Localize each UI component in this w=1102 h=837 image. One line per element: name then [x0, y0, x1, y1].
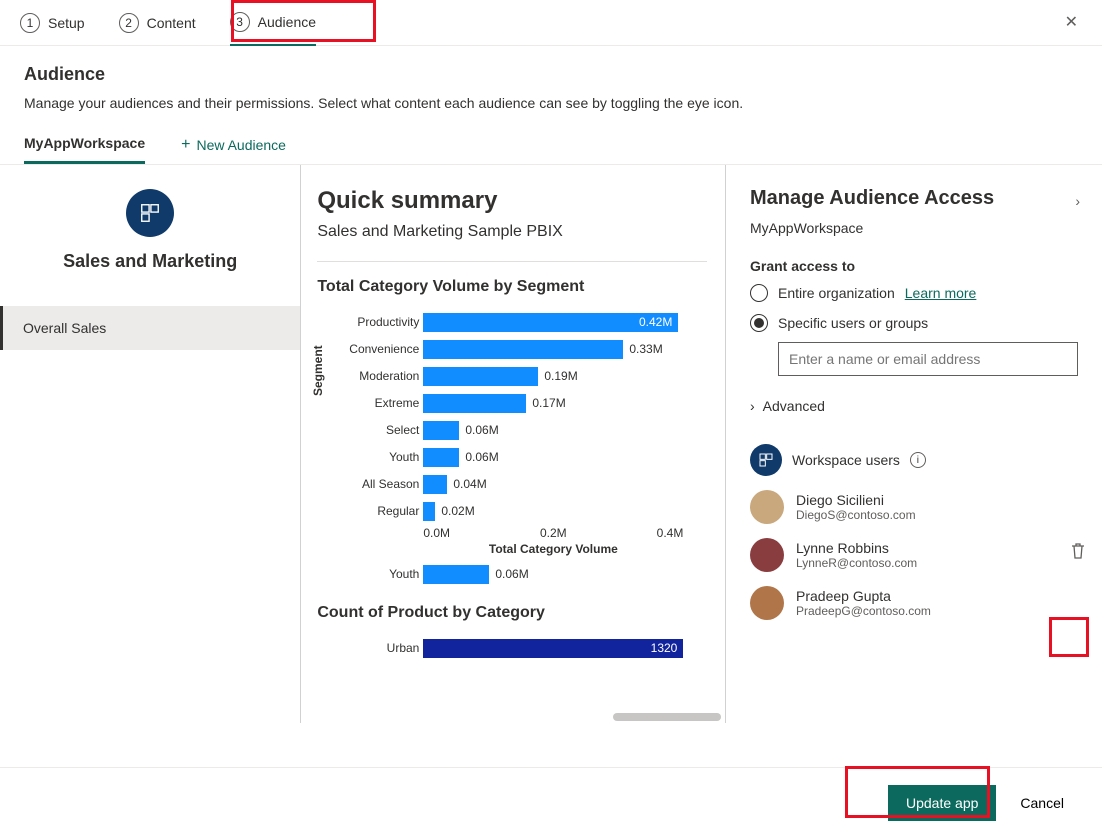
user-row: Pradeep Gupta PradeepG@contoso.com — [750, 586, 1078, 620]
bar-value: 1320 — [651, 641, 678, 655]
chart-2-title: Count of Product by Category — [317, 604, 707, 622]
nav-item-overall-sales[interactable]: Overall Sales — [0, 306, 300, 350]
radio-label-specific: Specific users or groups — [778, 315, 928, 331]
avatar — [750, 538, 784, 572]
preview-subtitle: Sales and Marketing Sample PBIX — [317, 223, 707, 241]
page-header: Audience Manage your audiences and their… — [0, 46, 1102, 125]
bar-label: Select — [319, 423, 419, 437]
workspace-icon — [126, 189, 174, 237]
user-row: Diego Sicilieni DiegoS@contoso.com — [750, 490, 1078, 524]
preview-title: Quick summary — [317, 187, 707, 215]
advanced-label: Advanced — [763, 398, 825, 414]
user-row: Lynne Robbins LynneR@contoso.com — [750, 538, 1078, 572]
bar-value: 0.19M — [544, 369, 577, 383]
audience-tab-active[interactable]: MyAppWorkspace — [24, 125, 145, 164]
step-num-3: 3 — [230, 12, 250, 32]
radio-entire-org[interactable]: Entire organization Learn more — [750, 284, 1078, 302]
manage-access-subtitle: MyAppWorkspace — [750, 220, 1078, 236]
bar-label: All Season — [319, 477, 419, 491]
radio-icon — [750, 284, 768, 302]
bar-label: Moderation — [319, 369, 419, 383]
user-email: DiegoS@contoso.com — [796, 508, 916, 522]
bar-label: Youth — [319, 567, 419, 581]
close-icon[interactable]: ✕ — [1065, 12, 1078, 32]
chart-1: Total Category Volume by Segment Segment… — [317, 261, 707, 660]
bar-label: Convenience — [319, 342, 419, 356]
bar-value: 0.02M — [441, 504, 474, 518]
bar-label: Youth — [319, 450, 419, 464]
right-column: Manage Audience Access › MyAppWorkspace … — [726, 165, 1102, 723]
step-setup[interactable]: 1 Setup — [20, 0, 85, 46]
bar-value: 0.06M — [465, 450, 498, 464]
avatar — [750, 490, 784, 524]
cancel-button[interactable]: Cancel — [1020, 795, 1064, 811]
bar-label: Urban — [319, 641, 419, 655]
step-label-content: Content — [147, 15, 196, 31]
bar-value: 0.06M — [495, 567, 528, 581]
learn-more-link[interactable]: Learn more — [905, 285, 977, 301]
workspace-users-label: Workspace users — [792, 452, 900, 468]
bar-value: 0.42M — [639, 315, 672, 329]
chevron-right-icon: › — [750, 398, 755, 414]
preview-column: Quick summary Sales and Marketing Sample… — [300, 165, 726, 723]
bar-value: 0.06M — [465, 423, 498, 437]
step-content[interactable]: 2 Content — [119, 0, 196, 46]
main-area: Sales and Marketing Overall Sales Quick … — [0, 165, 1102, 723]
chart-1-x-axis-label: Total Category Volume — [423, 542, 683, 556]
workspace-icon — [750, 444, 782, 476]
audience-tabs-row: MyAppWorkspace + New Audience — [0, 125, 1102, 165]
x-tick: 0.2M — [540, 526, 567, 540]
workspace-title: Sales and Marketing — [0, 251, 300, 272]
bar-label: Regular — [319, 504, 419, 518]
user-name: Pradeep Gupta — [796, 588, 931, 604]
bar-value: 0.04M — [453, 477, 486, 491]
avatar — [750, 586, 784, 620]
radio-label-org: Entire organization — [778, 285, 895, 301]
left-column: Sales and Marketing Overall Sales — [0, 165, 300, 723]
workspace-users-header: Workspace users i — [750, 444, 1078, 476]
bar-label: Extreme — [319, 396, 419, 410]
horizontal-scroll-thumb[interactable] — [613, 713, 721, 721]
step-label-audience: Audience — [258, 14, 316, 30]
trash-icon[interactable] — [1070, 542, 1086, 560]
new-audience-label: New Audience — [196, 137, 286, 153]
bar-value: 0.17M — [532, 396, 565, 410]
x-tick: 0.0M — [423, 526, 450, 540]
x-tick: 0.4M — [657, 526, 684, 540]
chart-1-title: Total Category Volume by Segment — [317, 278, 707, 296]
page-subtitle: Manage your audiences and their permissi… — [24, 95, 1078, 111]
page-title: Audience — [24, 64, 1078, 85]
step-tabs: 1 Setup 2 Content 3 Audience — [0, 0, 1102, 46]
step-num-1: 1 — [20, 13, 40, 33]
radio-specific-users[interactable]: Specific users or groups — [750, 314, 1078, 332]
chevron-right-icon[interactable]: › — [1075, 193, 1080, 209]
user-email: LynneR@contoso.com — [796, 556, 917, 570]
user-email: PradeepG@contoso.com — [796, 604, 931, 618]
radio-selected-icon — [750, 314, 768, 332]
step-audience[interactable]: 3 Audience — [230, 0, 316, 46]
advanced-toggle[interactable]: › Advanced — [750, 398, 1078, 414]
name-email-input[interactable] — [778, 342, 1078, 376]
step-label-setup: Setup — [48, 15, 85, 31]
user-name: Diego Sicilieni — [796, 492, 916, 508]
bar-value: 0.33M — [629, 342, 662, 356]
bar-label: Productivity — [319, 315, 419, 329]
user-name: Lynne Robbins — [796, 540, 917, 556]
grant-access-label: Grant access to — [750, 258, 1078, 274]
step-num-2: 2 — [119, 13, 139, 33]
info-icon[interactable]: i — [910, 452, 926, 468]
plus-icon: + — [181, 136, 190, 154]
manage-access-title: Manage Audience Access — [750, 187, 1078, 210]
update-app-button[interactable]: Update app — [888, 785, 996, 821]
footer: Update app Cancel — [0, 767, 1102, 837]
new-audience-button[interactable]: + New Audience — [181, 136, 286, 154]
